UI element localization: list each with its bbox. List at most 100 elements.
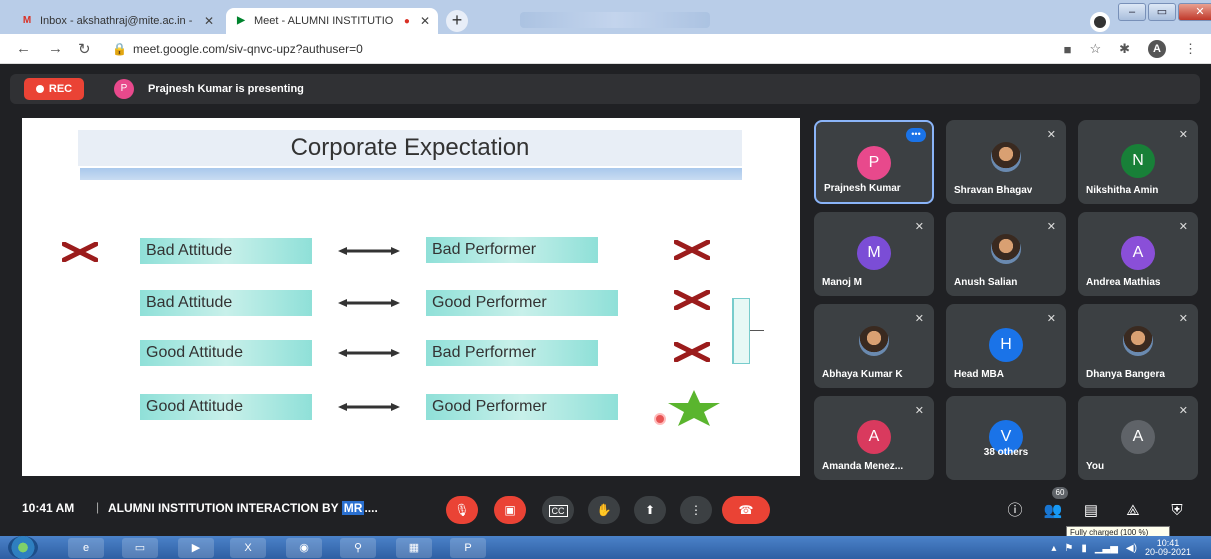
signal-icon[interactable]: ▁▃▅ xyxy=(1095,543,1118,554)
bracket-shape xyxy=(732,298,750,364)
lock-icon: 🔒 xyxy=(112,42,127,56)
participant-tile[interactable]: H ✕ Head MBA xyxy=(946,304,1066,388)
mic-off-button[interactable]: 🎙 xyxy=(446,496,478,524)
close-tab-icon[interactable]: ✕ xyxy=(420,14,430,28)
url-text: meet.google.com/siv-qnvc-upz?authuser=0 xyxy=(132,42,363,56)
volume-icon[interactable]: ◀) xyxy=(1126,543,1137,554)
search-app-icon[interactable]: ⚲ xyxy=(340,538,376,558)
participant-tile[interactable]: A ✕ Amanda Menez... xyxy=(814,396,934,480)
present-button[interactable]: ⬆ xyxy=(634,496,666,524)
bracket-connector xyxy=(750,330,764,331)
back-icon[interactable]: ← xyxy=(16,40,31,57)
participant-tile[interactable]: ✕ Shravan Bhagav xyxy=(946,120,1066,204)
double-arrow-icon xyxy=(338,299,400,307)
participant-avatar: A xyxy=(857,420,891,454)
new-tab-button[interactable]: + xyxy=(446,10,468,32)
url-field[interactable]: 🔒 meet.google.com/siv-qnvc-upz?authuser=0 xyxy=(112,42,363,56)
flag-icon[interactable]: ⚑ xyxy=(1064,543,1073,554)
participant-tile[interactable]: M ✕ Manoj M xyxy=(814,212,934,296)
tray-expand-icon[interactable]: ▴ xyxy=(1051,543,1056,554)
file-explorer-icon[interactable]: ▭ xyxy=(122,538,158,558)
window-close-button[interactable]: ✕ xyxy=(1178,3,1211,21)
bookmark-star-icon[interactable]: ☆ xyxy=(1089,41,1101,57)
profile-avatar[interactable]: A xyxy=(1148,40,1166,58)
minimize-button[interactable]: – xyxy=(1118,3,1146,21)
mic-muted-icon: ✕ xyxy=(1046,221,1056,233)
attitude-label: Good Attitude xyxy=(140,340,312,366)
meeting-info-button[interactable]: ⓘ xyxy=(1002,498,1028,524)
powerpoint-icon[interactable]: P xyxy=(450,538,486,558)
media-player-icon[interactable]: ▶ xyxy=(178,538,214,558)
record-dot-icon xyxy=(35,85,44,93)
taskbar-clock[interactable]: 10:41 20-09-2021 xyxy=(1145,539,1191,557)
activities-button[interactable]: ⟁ xyxy=(1120,498,1146,524)
raise-hand-button[interactable]: ✋ xyxy=(588,496,620,524)
participant-tile[interactable]: N ✕ Nikshitha Amin xyxy=(1078,120,1198,204)
internet-explorer-icon[interactable]: e xyxy=(68,538,104,558)
slide-title: Corporate Expectation xyxy=(290,134,530,161)
host-controls-button[interactable]: ⛨ xyxy=(1164,498,1190,524)
participant-tile[interactable]: A ✕ Andrea Mathias xyxy=(1078,212,1198,296)
profile-icon[interactable] xyxy=(1090,12,1110,32)
kebab-menu-icon[interactable]: ⋮ xyxy=(1184,41,1197,57)
participant-name: Amanda Menez... xyxy=(822,461,904,472)
mic-muted-icon: ✕ xyxy=(914,221,924,233)
network-icon[interactable]: ▮ xyxy=(1081,543,1087,554)
reload-icon[interactable]: ↻ xyxy=(78,40,91,58)
blurred-tab-area xyxy=(520,12,710,28)
mic-muted-icon: ✕ xyxy=(1046,313,1056,325)
more-options-icon[interactable]: ••• xyxy=(906,128,926,142)
people-icon: 👥 xyxy=(1043,502,1063,519)
participant-tile[interactable]: P ••• Prajnesh Kumar xyxy=(814,120,934,204)
participant-tile[interactable]: ✕ Anush Salian xyxy=(946,212,1066,296)
attitude-label: Bad Attitude xyxy=(140,290,312,316)
windows-start-button[interactable] xyxy=(8,536,38,559)
presenting-text: Prajnesh Kumar is presenting xyxy=(148,83,304,95)
info-icon: ⓘ xyxy=(1007,502,1023,519)
window-controls: – ▭ ✕ xyxy=(1118,3,1211,23)
participant-name: Nikshitha Amin xyxy=(1086,185,1159,196)
close-tab-icon[interactable]: ✕ xyxy=(204,14,214,28)
participant-tile[interactable]: A ✕ You xyxy=(1078,396,1198,480)
participant-tile[interactable]: V 38 others xyxy=(946,396,1066,480)
maximize-button[interactable]: ▭ xyxy=(1148,3,1176,21)
leave-call-button[interactable]: ☎ xyxy=(722,496,770,524)
system-tray: ▴ ⚑ ▮ ▁▃▅ ◀) 10:41 20-09-2021 xyxy=(1051,539,1191,557)
end-call-icon: ☎ xyxy=(738,503,754,517)
star-icon xyxy=(668,390,720,426)
rec-label: REC xyxy=(48,83,73,95)
extensions-icon[interactable]: ✱ xyxy=(1119,41,1130,57)
participant-photo xyxy=(859,326,889,356)
document-app-icon[interactable]: ▦ xyxy=(396,538,432,558)
chat-button[interactable]: ▤ xyxy=(1078,498,1104,524)
cross-mark-icon xyxy=(674,240,710,260)
camera-off-button[interactable]: ▣ xyxy=(494,496,526,524)
laser-pointer-dot xyxy=(654,413,666,425)
performance-label: Bad Performer xyxy=(426,340,598,366)
excel-icon[interactable]: X xyxy=(230,538,266,558)
kebab-icon: ⋮ xyxy=(690,503,702,517)
hand-icon: ✋ xyxy=(596,503,612,517)
participant-name: You xyxy=(1086,461,1105,472)
tab-label: Meet - ALUMNI INSTITUTIO xyxy=(254,15,394,27)
chrome-icon[interactable]: ◉ xyxy=(286,538,322,558)
mic-muted-icon: ✕ xyxy=(1178,405,1188,417)
more-options-button[interactable]: ⋮ xyxy=(680,496,712,524)
cross-mark-icon xyxy=(674,342,710,362)
meeting-title-ellipsis: .... xyxy=(364,501,378,515)
slide-title-underline xyxy=(80,168,742,180)
rec-badge: REC xyxy=(24,78,84,100)
forward-icon[interactable]: → xyxy=(48,40,63,57)
tab-gmail-inbox[interactable]: M Inbox - akshathraj@mite.ac.in - ✕ xyxy=(12,8,222,34)
tab-meet[interactable]: ▶ Meet - ALUMNI INSTITUTIO ● ✕ xyxy=(226,8,438,34)
participant-tile[interactable]: ✕ Dhanya Bangera xyxy=(1078,304,1198,388)
mic-muted-icon: ✕ xyxy=(1178,129,1188,141)
people-button[interactable]: 👥 xyxy=(1040,498,1066,524)
present-screen-icon: ⬆ xyxy=(644,503,656,517)
camera-icon[interactable]: ■ xyxy=(1064,42,1072,57)
participant-name: Abhaya Kumar K xyxy=(822,369,903,380)
participant-name: Prajnesh Kumar xyxy=(824,183,901,194)
participant-tile[interactable]: ✕ Abhaya Kumar K xyxy=(814,304,934,388)
participant-photo xyxy=(1123,326,1153,356)
captions-button[interactable]: CC xyxy=(542,496,574,524)
